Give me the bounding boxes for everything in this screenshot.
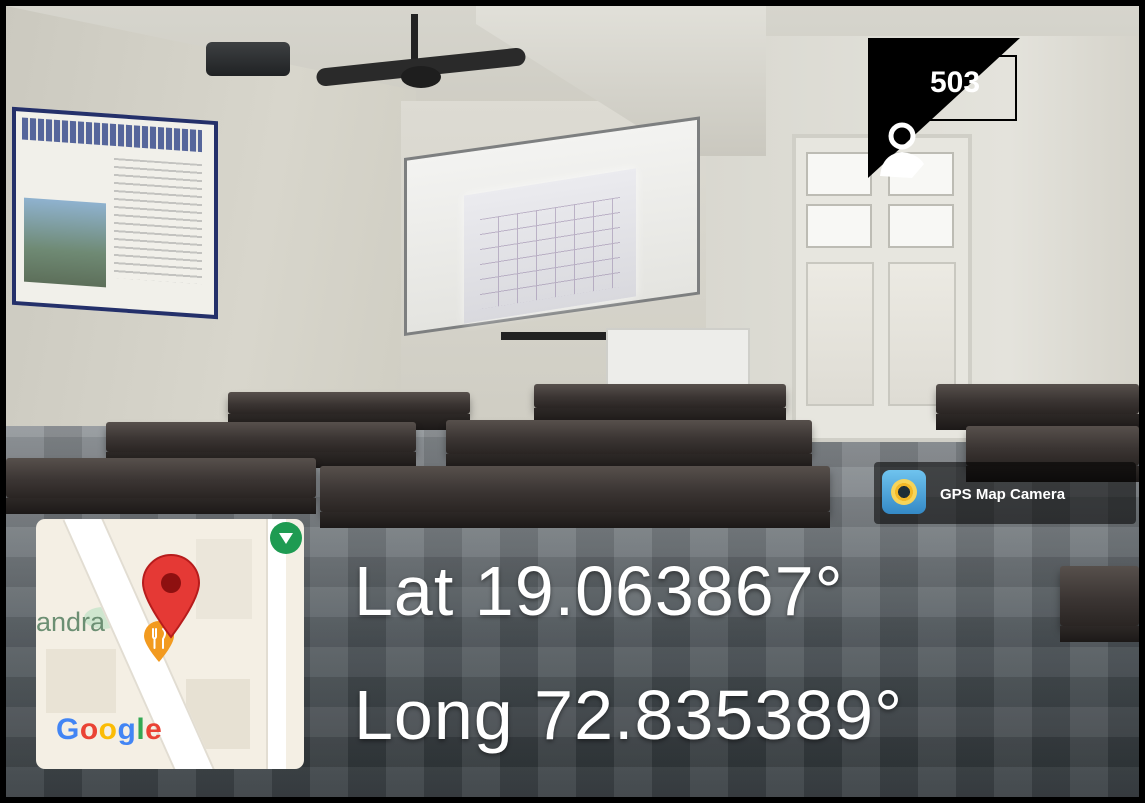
door-window <box>888 204 954 248</box>
app-name-label: GPS Map Camera <box>940 486 1066 503</box>
map-road <box>266 519 286 769</box>
wall-poster <box>12 106 218 320</box>
student-desk <box>1060 566 1139 642</box>
teacher-table <box>501 332 621 340</box>
student-desk <box>936 384 1139 430</box>
location-pin-icon <box>140 553 202 644</box>
door-panel <box>806 262 874 406</box>
student-desk <box>966 426 1139 482</box>
corner-badge <box>868 38 1020 178</box>
student-desk <box>106 422 416 468</box>
slide-diagram <box>480 196 620 310</box>
badge-value: 503 <box>930 66 981 99</box>
latitude-readout: Lat 19.063867° <box>354 552 844 630</box>
projected-slide <box>464 168 636 324</box>
fan-hub <box>401 66 441 88</box>
student-desk <box>534 384 786 424</box>
poster-photo <box>24 197 106 288</box>
map-place-label: andra <box>36 607 106 637</box>
teacher-desk <box>606 328 750 388</box>
map-block <box>46 649 116 713</box>
projector <box>206 42 290 76</box>
student-desk <box>228 392 470 430</box>
fan-rod <box>411 14 418 64</box>
map-thumbnail[interactable]: andra Google <box>36 519 304 769</box>
student-desk <box>6 458 316 514</box>
student-desk <box>446 420 812 470</box>
longitude-readout: Long 72.835389° <box>354 676 904 754</box>
camera-lens-icon <box>882 470 926 514</box>
door-window <box>806 204 872 248</box>
map-marker-icon <box>270 522 302 554</box>
poster-header <box>22 117 202 153</box>
google-attribution: Google <box>56 713 163 746</box>
map-block <box>196 539 252 619</box>
door-window <box>806 152 872 196</box>
poster-text-lines <box>114 157 202 285</box>
student-desk <box>320 466 830 528</box>
